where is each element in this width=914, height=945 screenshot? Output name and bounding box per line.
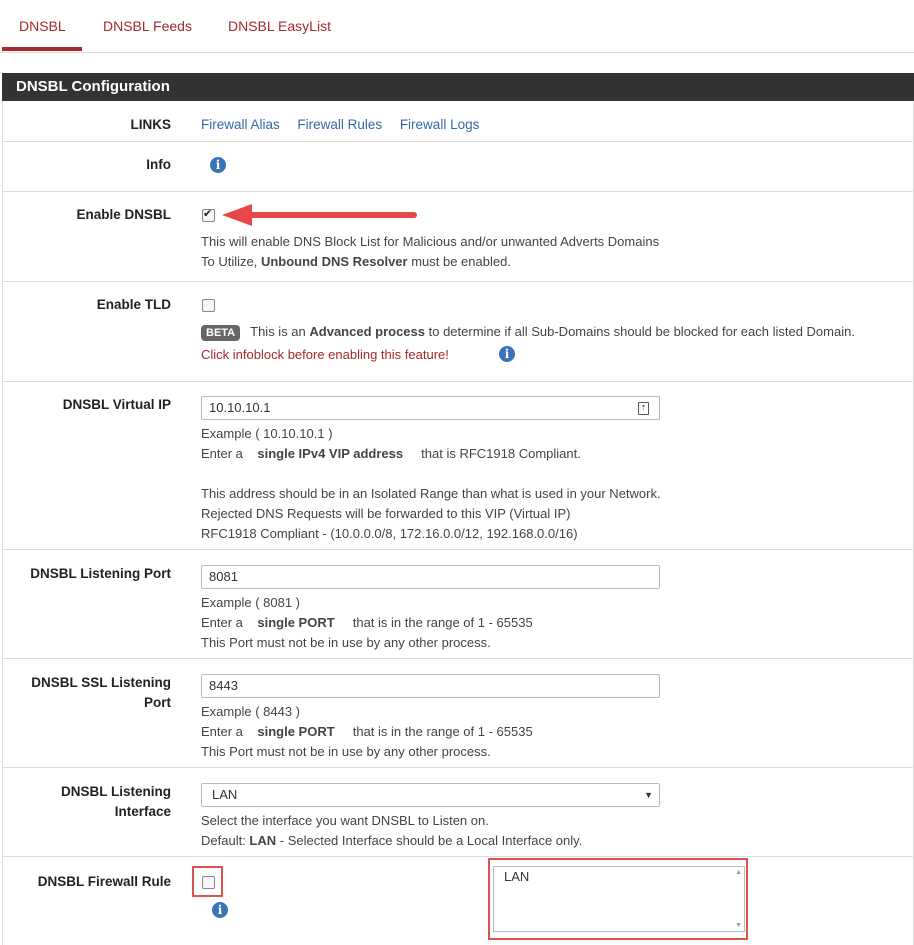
enable-tld-warning: Click infoblock before enabling this fea… bbox=[201, 347, 449, 362]
virtual-ip-input[interactable]: 10.10.10.1 ⇡ bbox=[201, 396, 660, 420]
firewall-rule-info-icon[interactable]: i bbox=[212, 902, 228, 918]
listening-interface-select[interactable]: LAN ▼ bbox=[201, 783, 660, 807]
annotation-arrow-icon bbox=[222, 204, 417, 226]
info-label: Info bbox=[146, 157, 171, 172]
virtual-ip-help-3: This address should be in an Isolated Ra… bbox=[201, 486, 661, 501]
links-row: LINKS Firewall Alias Firewall Rules Fire… bbox=[3, 101, 913, 142]
firewall-rules-link[interactable]: Firewall Rules bbox=[297, 117, 382, 132]
tab-dnsbl-feeds[interactable]: DNSBL Feeds bbox=[103, 18, 192, 34]
firewall-alias-link[interactable]: Firewall Alias bbox=[201, 117, 280, 132]
enable-tld-checkbox[interactable] bbox=[202, 299, 215, 312]
virtual-ip-help-5: RFC1918 Compliant - (10.0.0.0/8, 172.16.… bbox=[201, 526, 578, 541]
listening-port-row: DNSBL Listening Port 8081 Example ( 8081… bbox=[3, 549, 913, 659]
info-row: Info i bbox=[3, 141, 913, 192]
virtual-ip-example: Example ( 10.10.10.1 ) bbox=[201, 426, 333, 441]
beta-badge: BETA bbox=[201, 325, 241, 341]
input-helper-icon: ⇡ bbox=[638, 402, 649, 415]
ssl-port-label: DNSBL SSL Listening Port bbox=[31, 675, 171, 710]
panel-header: DNSBL Configuration bbox=[2, 73, 914, 101]
ssl-port-example: Example ( 8443 ) bbox=[201, 704, 300, 719]
listening-port-enter: Enter a single PORT that is in the range… bbox=[201, 615, 533, 630]
active-tab-indicator bbox=[2, 47, 82, 51]
virtual-ip-label: DNSBL Virtual IP bbox=[62, 397, 171, 412]
enable-dnsbl-help-1: This will enable DNS Block List for Mali… bbox=[201, 234, 660, 249]
enable-dnsbl-checkbox[interactable] bbox=[202, 207, 215, 222]
firewall-logs-link[interactable]: Firewall Logs bbox=[400, 117, 480, 132]
ssl-port-help: This Port must not be in use by any othe… bbox=[201, 744, 491, 759]
ssl-port-enter: Enter a single PORT that is in the range… bbox=[201, 724, 533, 739]
info-icon[interactable]: i bbox=[210, 157, 226, 173]
enable-dnsbl-row: Enable DNSBL This will enable DNS Block … bbox=[3, 191, 913, 282]
enable-tld-row: Enable TLD BETA This is an Advanced proce… bbox=[3, 281, 913, 382]
ssl-port-input[interactable]: 8443 bbox=[201, 674, 660, 698]
virtual-ip-enter: Enter a single IPv4 VIP address that is … bbox=[201, 446, 581, 461]
listening-port-help: This Port must not be in use by any othe… bbox=[201, 635, 491, 650]
enable-dnsbl-help-2: To Utilize, Unbound DNS Resolver must be… bbox=[201, 254, 511, 269]
listening-port-input[interactable]: 8081 bbox=[201, 565, 660, 589]
tab-dnsbl[interactable]: DNSBL bbox=[19, 18, 66, 34]
listening-interface-help-2: Default: LAN - Selected Interface should… bbox=[201, 833, 583, 848]
listening-port-label: DNSBL Listening Port bbox=[30, 566, 171, 581]
firewall-rule-label: DNSBL Firewall Rule bbox=[37, 874, 171, 889]
enable-dnsbl-label: Enable DNSBL bbox=[76, 207, 171, 222]
links-label: LINKS bbox=[130, 117, 172, 132]
tld-info-icon[interactable]: i bbox=[499, 346, 515, 362]
ssl-port-row: DNSBL SSL Listening Port 8443 Example ( 8… bbox=[3, 658, 913, 768]
enable-tld-help-1: BETA This is an Advanced process to deter… bbox=[201, 322, 855, 342]
listening-interface-label: DNSBL Listening Interface bbox=[60, 784, 171, 819]
tab-dnsbl-easylist[interactable]: DNSBL EasyList bbox=[228, 18, 331, 34]
enable-tld-label: Enable TLD bbox=[96, 297, 171, 312]
listening-interface-row: DNSBL Listening Interface LAN ▼ Select th… bbox=[3, 767, 913, 857]
panel-body: LINKS Firewall Alias Firewall Rules Fire… bbox=[2, 101, 914, 945]
virtual-ip-row: DNSBL Virtual IP 10.10.10.1 ⇡ Example ( … bbox=[3, 381, 913, 550]
highlight-box bbox=[192, 866, 223, 897]
tab-bar: DNSBL DNSBL Feeds DNSBL EasyList bbox=[0, 0, 914, 53]
panel-title: DNSBL Configuration bbox=[16, 78, 170, 95]
listening-port-example: Example ( 8081 ) bbox=[201, 595, 300, 610]
highlight-box bbox=[488, 858, 748, 940]
firewall-rule-row: DNSBL Firewall Rule i LAN ▲ ▼ bbox=[3, 856, 913, 945]
chevron-down-icon: ▼ bbox=[644, 790, 653, 800]
listening-interface-help-1: Select the interface you want DNSBL to L… bbox=[201, 813, 489, 828]
virtual-ip-help-4: Rejected DNS Requests will be forwarded … bbox=[201, 506, 571, 521]
